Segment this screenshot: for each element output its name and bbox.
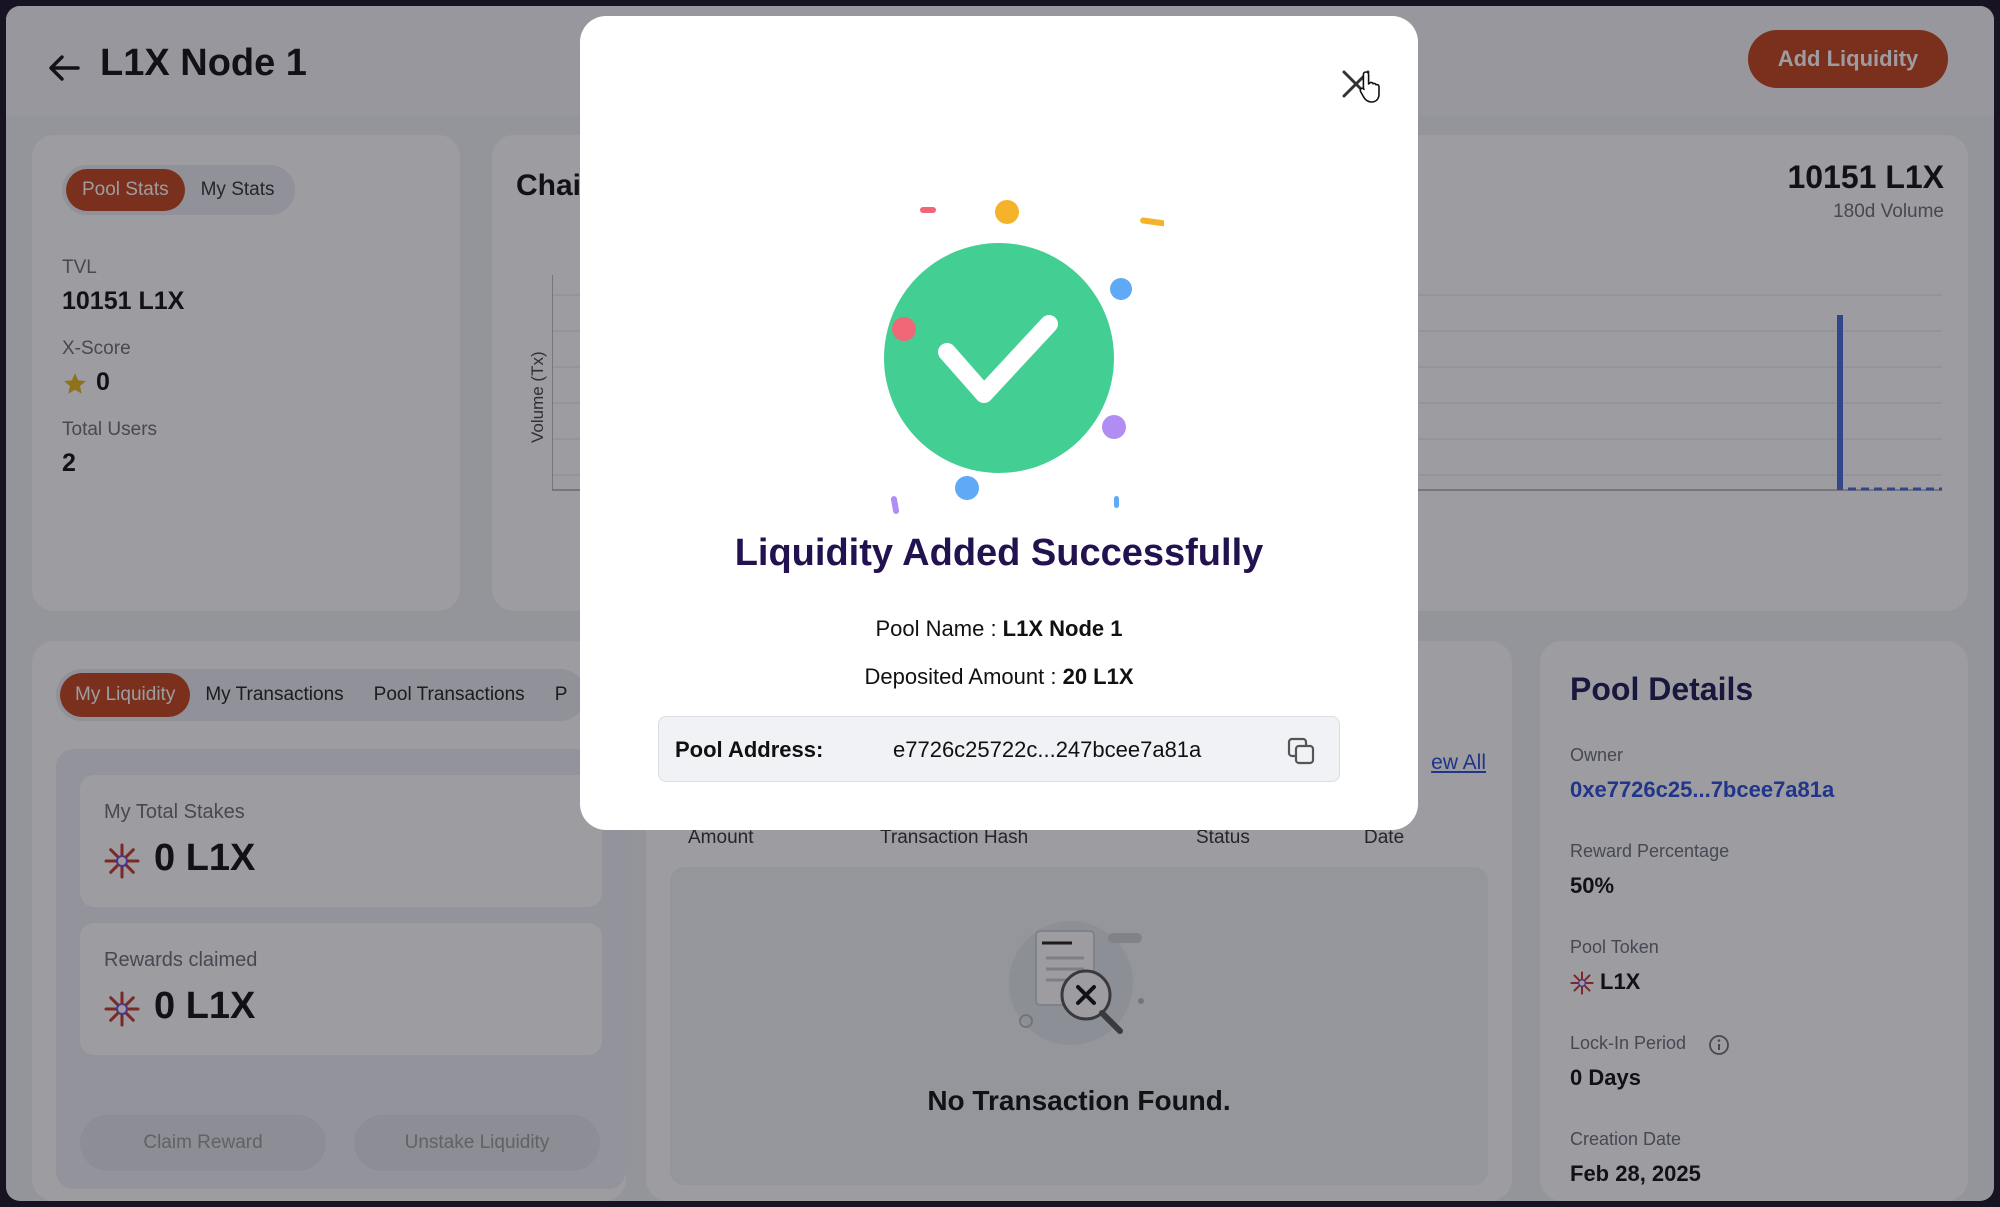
modal-deposited-amount: Deposited Amount : 20 L1X bbox=[580, 664, 1418, 690]
pool-name-label: Pool Name : bbox=[875, 616, 1003, 641]
copy-icon[interactable] bbox=[1285, 735, 1317, 767]
pool-address-value: e7726c25722c...247bcee7a81a bbox=[893, 737, 1202, 762]
deposited-amount-value: 20 L1X bbox=[1062, 664, 1134, 689]
pool-address-box: Pool Address: e7726c25722c...247bcee7a81… bbox=[658, 716, 1340, 782]
success-modal: Liquidity Added Successfully Pool Name :… bbox=[580, 16, 1418, 830]
modal-title: Liquidity Added Successfully bbox=[734, 532, 1264, 574]
success-celebration bbox=[884, 200, 1164, 514]
pool-name-value: L1X Node 1 bbox=[1002, 616, 1123, 641]
pool-address-label: Pool Address: bbox=[675, 737, 824, 762]
pointer-cursor-icon bbox=[1359, 71, 1380, 103]
deposited-amount-label: Deposited Amount : bbox=[864, 664, 1063, 689]
success-circle bbox=[884, 243, 1114, 473]
modal-pool-name: Pool Name : L1X Node 1 bbox=[580, 616, 1418, 642]
